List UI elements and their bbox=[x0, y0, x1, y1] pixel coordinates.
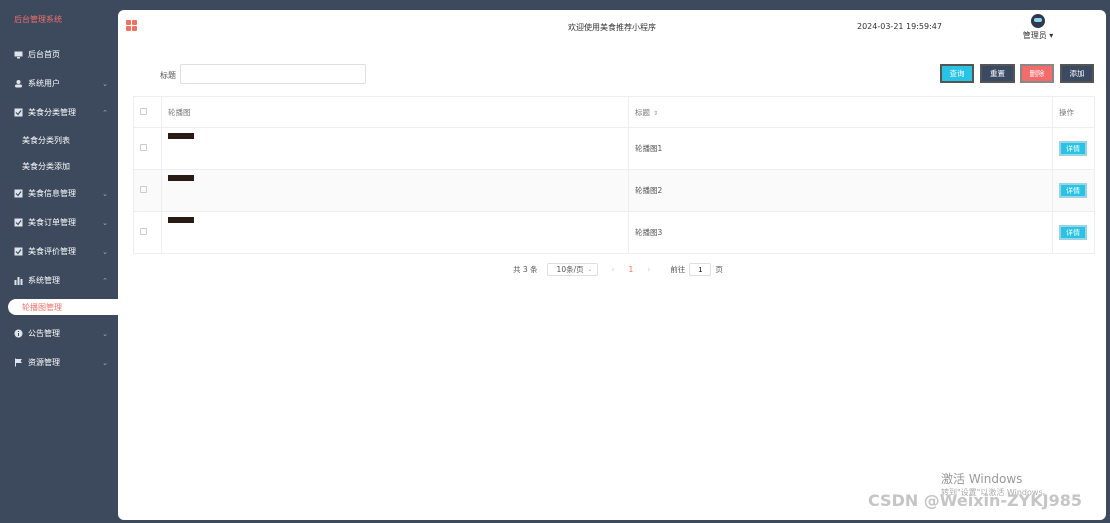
chevron-up-icon: ⌃ bbox=[102, 108, 108, 117]
csdn-watermark: CSDN @Weixin-ZYKJ985 bbox=[868, 491, 1082, 510]
carousel-thumbnail bbox=[168, 132, 194, 139]
sidebar-item-food-category[interactable]: 美食分类管理 ⌃ bbox=[0, 98, 118, 127]
row-title: 轮播图1 bbox=[628, 127, 1053, 170]
carousel-table: 轮播图 标题 ⇕ 操作 轮播图1 详情 轮播图2 详情 轮播图3 详情 bbox=[133, 96, 1095, 254]
checkbox-icon bbox=[14, 247, 23, 256]
row-title: 轮播图3 bbox=[628, 211, 1053, 254]
caret-down-icon: ▾ bbox=[1049, 31, 1054, 40]
sidebar: 后台管理系统 后台首页 系统用户 ⌄ 美食分类管理 ⌃ 美食分类列表 美食分类添… bbox=[0, 0, 118, 523]
checkbox-icon bbox=[14, 218, 23, 227]
sidebar-item-label: 公告管理 bbox=[28, 329, 60, 338]
column-header-actions: 操作 bbox=[1052, 96, 1095, 128]
sidebar-subitem-category-add[interactable]: 美食分类添加 bbox=[0, 153, 118, 179]
row-checkbox[interactable] bbox=[140, 144, 147, 151]
avatar bbox=[1031, 14, 1045, 28]
brand-title: 后台管理系统 bbox=[14, 15, 62, 24]
sidebar-item-label: 后台首页 bbox=[28, 50, 60, 59]
datetime: 2024-03-21 19:59:47 bbox=[857, 22, 942, 31]
sidebar-item-label: 系统管理 bbox=[28, 276, 60, 285]
title-search-input[interactable] bbox=[180, 64, 366, 84]
sidebar-item-announcements[interactable]: 公告管理 ⌄ bbox=[0, 319, 118, 348]
pagination: 共 3 条 10条/页 ⌄ ‹ 1 › 前往 页 bbox=[513, 263, 723, 276]
sidebar-item-system-management[interactable]: 系统管理 ⌃ bbox=[0, 266, 118, 295]
user-menu[interactable]: 管理员 ▾ bbox=[1021, 14, 1055, 41]
select-all-cell bbox=[133, 96, 162, 128]
goto-label: 前往 bbox=[670, 265, 686, 274]
main-panel: 欢迎使用美食推荐小程序 2024-03-21 19:59:47 管理员 ▾ 标题… bbox=[118, 10, 1106, 520]
goto-page-input[interactable] bbox=[689, 263, 712, 276]
select-all-checkbox[interactable] bbox=[140, 107, 147, 115]
carousel-thumbnail bbox=[168, 174, 194, 181]
sidebar-item-label: 美食信息管理 bbox=[28, 189, 76, 198]
sidebar-item-home[interactable]: 后台首页 bbox=[0, 40, 118, 69]
table-header-row: 轮播图 标题 ⇕ 操作 bbox=[133, 96, 1095, 128]
sidebar-subitem-carousel-management[interactable]: 轮播图管理 bbox=[8, 299, 118, 315]
search-label: 标题 bbox=[160, 71, 176, 80]
row-title: 轮播图2 bbox=[628, 169, 1053, 212]
table-row: 轮播图1 详情 bbox=[133, 127, 1095, 170]
detail-button[interactable]: 详情 bbox=[1059, 183, 1087, 198]
sidebar-item-label: 系统用户 bbox=[28, 79, 60, 88]
sidebar-item-resources[interactable]: 资源管理 ⌄ bbox=[0, 348, 118, 377]
chevron-down-icon: ⌄ bbox=[102, 218, 108, 227]
column-header-title[interactable]: 标题 ⇕ bbox=[628, 96, 1053, 128]
sidebar-item-food-reviews[interactable]: 美食评价管理 ⌄ bbox=[0, 237, 118, 266]
next-page-button[interactable]: › bbox=[647, 265, 650, 274]
total-count: 共 3 条 bbox=[513, 265, 538, 274]
chevron-down-icon: ⌄ bbox=[102, 189, 108, 198]
row-checkbox[interactable] bbox=[140, 228, 147, 235]
prev-page-button[interactable]: ‹ bbox=[612, 265, 615, 274]
top-bar: 欢迎使用美食推荐小程序 2024-03-21 19:59:47 管理员 ▾ bbox=[118, 10, 1106, 44]
monitor-icon bbox=[14, 50, 23, 59]
carousel-thumbnail bbox=[168, 216, 194, 223]
table-row: 轮播图2 详情 bbox=[133, 169, 1095, 212]
welcome-text: 欢迎使用美食推荐小程序 bbox=[568, 23, 656, 32]
chevron-up-icon: ⌃ bbox=[102, 276, 108, 285]
detail-button[interactable]: 详情 bbox=[1059, 225, 1087, 240]
chevron-down-icon: ⌄ bbox=[102, 329, 108, 338]
page-number[interactable]: 1 bbox=[629, 265, 634, 274]
checkbox-icon bbox=[14, 189, 23, 198]
chevron-down-icon: ⌄ bbox=[587, 266, 593, 273]
sidebar-item-label: 美食订单管理 bbox=[28, 218, 76, 227]
goto-unit: 页 bbox=[715, 265, 723, 274]
sidebar-item-label: 美食评价管理 bbox=[28, 247, 76, 256]
query-button[interactable]: 查询 bbox=[940, 64, 974, 83]
reset-button[interactable]: 重置 bbox=[980, 64, 1015, 83]
table-row: 轮播图3 详情 bbox=[133, 211, 1095, 254]
user-name: 管理员 bbox=[1022, 31, 1047, 40]
info-icon bbox=[14, 329, 23, 338]
flag-icon bbox=[14, 358, 23, 367]
sidebar-subitem-category-list[interactable]: 美食分类列表 bbox=[0, 127, 118, 153]
chevron-down-icon: ⌄ bbox=[102, 358, 108, 367]
row-checkbox[interactable] bbox=[140, 186, 147, 193]
checkbox-icon bbox=[14, 108, 23, 117]
sort-icon[interactable]: ⇕ bbox=[653, 110, 658, 117]
detail-button[interactable]: 详情 bbox=[1059, 141, 1087, 156]
sidebar-item-food-orders[interactable]: 美食订单管理 ⌄ bbox=[0, 208, 118, 237]
sidebar-item-food-info[interactable]: 美食信息管理 ⌄ bbox=[0, 179, 118, 208]
column-header-image: 轮播图 bbox=[161, 96, 629, 128]
add-button[interactable]: 添加 bbox=[1060, 64, 1094, 83]
delete-button[interactable]: 删除 bbox=[1020, 64, 1054, 83]
chevron-down-icon: ⌄ bbox=[102, 247, 108, 256]
activate-windows-title: 激活 Windows bbox=[941, 472, 1023, 486]
sidebar-item-system-users[interactable]: 系统用户 ⌄ bbox=[0, 69, 118, 98]
chevron-down-icon: ⌄ bbox=[102, 79, 108, 88]
page-size-select[interactable]: 10条/页 ⌄ bbox=[546, 263, 598, 276]
sidebar-item-label: 美食分类管理 bbox=[28, 108, 76, 117]
user-icon bbox=[14, 79, 23, 88]
bar-chart-icon bbox=[14, 276, 23, 285]
sidebar-item-label: 资源管理 bbox=[28, 358, 60, 367]
